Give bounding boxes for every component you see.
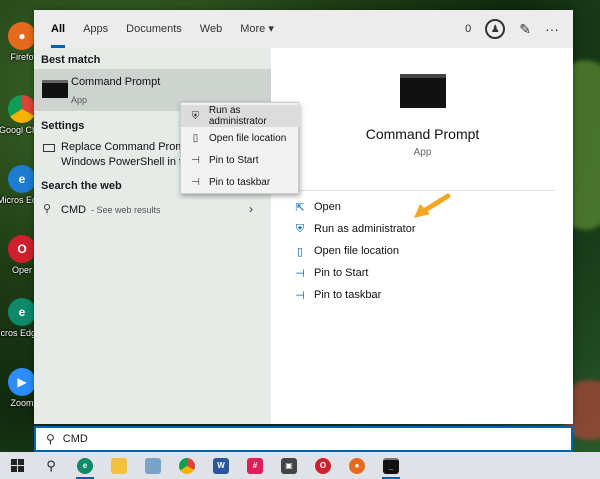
rewards-points: 0 [465, 23, 472, 35]
edge-canary-icon: e [77, 457, 93, 474]
pin-icon: ⊣ [191, 176, 200, 188]
firefox-icon: ● [8, 22, 36, 50]
preview-pane: Command Prompt App ⇱ Open ⛨ Run as adminis… [278, 54, 567, 424]
command-prompt-icon: _ [383, 457, 399, 474]
ctx-pin-taskbar[interactable]: ⊣ Pin to taskbar [181, 171, 300, 193]
file-icon: ▯ [192, 132, 199, 144]
action-open-file-location[interactable]: ▯ Open file location [294, 241, 399, 261]
store-icon: ▣ [281, 457, 297, 474]
web-search-item[interactable]: ⚲ CMD - See web results › [34, 199, 271, 221]
tab-apps[interactable]: Apps [74, 10, 117, 48]
search-input[interactable]: CMD [63, 433, 88, 445]
tab-all[interactable]: All [42, 10, 74, 48]
action-pin-start[interactable]: ⊣ Pin to Start [294, 263, 368, 283]
taskbar-firefox[interactable]: ● [340, 452, 374, 479]
taskbar-chrome[interactable] [170, 452, 204, 479]
best-match-sub: App [71, 95, 88, 105]
more-options-icon[interactable]: ··· [545, 21, 559, 37]
file-icon: ▯ [296, 245, 304, 258]
rewards-icon[interactable]: ♟ [485, 19, 506, 39]
opera-icon: O [8, 235, 36, 263]
command-prompt-large-icon [400, 74, 446, 108]
settings-header: Settings [41, 120, 85, 132]
search-tabs: All Apps Documents Web More ▾ 0 ♟ ✎ ··· [34, 10, 573, 48]
tab-more[interactable]: More ▾ [231, 10, 283, 48]
best-match-title: Command Prompt [71, 76, 161, 88]
taskbar-opera[interactable]: O [306, 452, 340, 479]
taskbar-command-prompt[interactable]: _ [374, 452, 408, 479]
context-menu: ⛨ Run as administrator ▯ Open file locatio… [180, 102, 300, 194]
shield-icon: ⛨ [191, 110, 200, 122]
monitor-icon [43, 144, 55, 152]
search-icon: ⚲ [43, 203, 52, 215]
chevron-right-icon[interactable]: › [249, 202, 253, 216]
ctx-run-as-admin[interactable]: ⛨ Run as administrator [181, 105, 300, 127]
taskbar-app[interactable] [136, 452, 170, 479]
search-box[interactable]: ⚲ CMD [34, 426, 573, 452]
tab-web[interactable]: Web [191, 10, 231, 48]
taskbar: ⚲ e W # ▣ O ● _ [0, 452, 600, 479]
pin-icon: ⊣ [295, 289, 305, 302]
taskbar-word[interactable]: W [204, 452, 238, 479]
web-suffix: - See web results [91, 205, 161, 215]
web-query: CMD [61, 204, 87, 216]
tab-documents[interactable]: Documents [117, 10, 191, 48]
taskbar-edge-canary[interactable]: e [68, 452, 102, 479]
taskbar-search-button[interactable]: ⚲ [34, 452, 68, 479]
shield-icon: ⛨ [295, 222, 305, 235]
word-icon: W [213, 457, 229, 474]
start-button[interactable] [0, 452, 34, 479]
search-panel: All Apps Documents Web More ▾ 0 ♟ ✎ ··· … [34, 10, 573, 424]
taskbar-store[interactable]: ▣ [272, 452, 306, 479]
app-icon [145, 457, 161, 474]
taskbar-slack[interactable]: # [238, 452, 272, 479]
chrome-icon [179, 457, 195, 474]
open-icon: ⇱ [295, 201, 305, 214]
chrome-icon [8, 95, 36, 123]
edge-canary-icon: e [8, 298, 36, 326]
pin-icon: ⊣ [295, 267, 305, 280]
web-header: Search the web [41, 180, 122, 192]
zoom-icon: ▶ [8, 368, 36, 396]
windows-icon [10, 459, 24, 472]
best-match-header: Best match [41, 54, 101, 66]
pin-icon: ⊣ [191, 154, 200, 166]
ctx-open-file-location[interactable]: ▯ Open file location [181, 127, 300, 149]
search-icon: ⚲ [46, 457, 56, 473]
annotation-arrow [414, 193, 451, 218]
preview-sub: App [413, 147, 432, 158]
command-prompt-icon [42, 80, 68, 98]
ctx-pin-start[interactable]: ⊣ Pin to Start [181, 149, 300, 171]
edge-icon: e [8, 165, 36, 193]
action-pin-taskbar[interactable]: ⊣ Pin to taskbar [294, 285, 381, 305]
feedback-icon[interactable]: ✎ [519, 21, 531, 38]
search-icon: ⚲ [46, 432, 55, 446]
action-open[interactable]: ⇱ Open [294, 197, 341, 217]
preview-title: Command Prompt [365, 126, 480, 142]
preview-divider [290, 190, 555, 191]
action-run-as-admin[interactable]: ⛨ Run as administrator [294, 219, 416, 239]
taskbar-file-explorer[interactable] [102, 452, 136, 479]
slack-icon: # [247, 457, 263, 474]
opera-icon: O [315, 457, 331, 474]
tabs-toolbar: 0 ♟ ✎ ··· [465, 10, 573, 48]
settings-line2: Windows PowerShell in the [61, 156, 195, 168]
settings-line1: Replace Command Promp [61, 141, 191, 153]
firefox-icon: ● [349, 457, 365, 474]
folder-icon [111, 457, 127, 474]
